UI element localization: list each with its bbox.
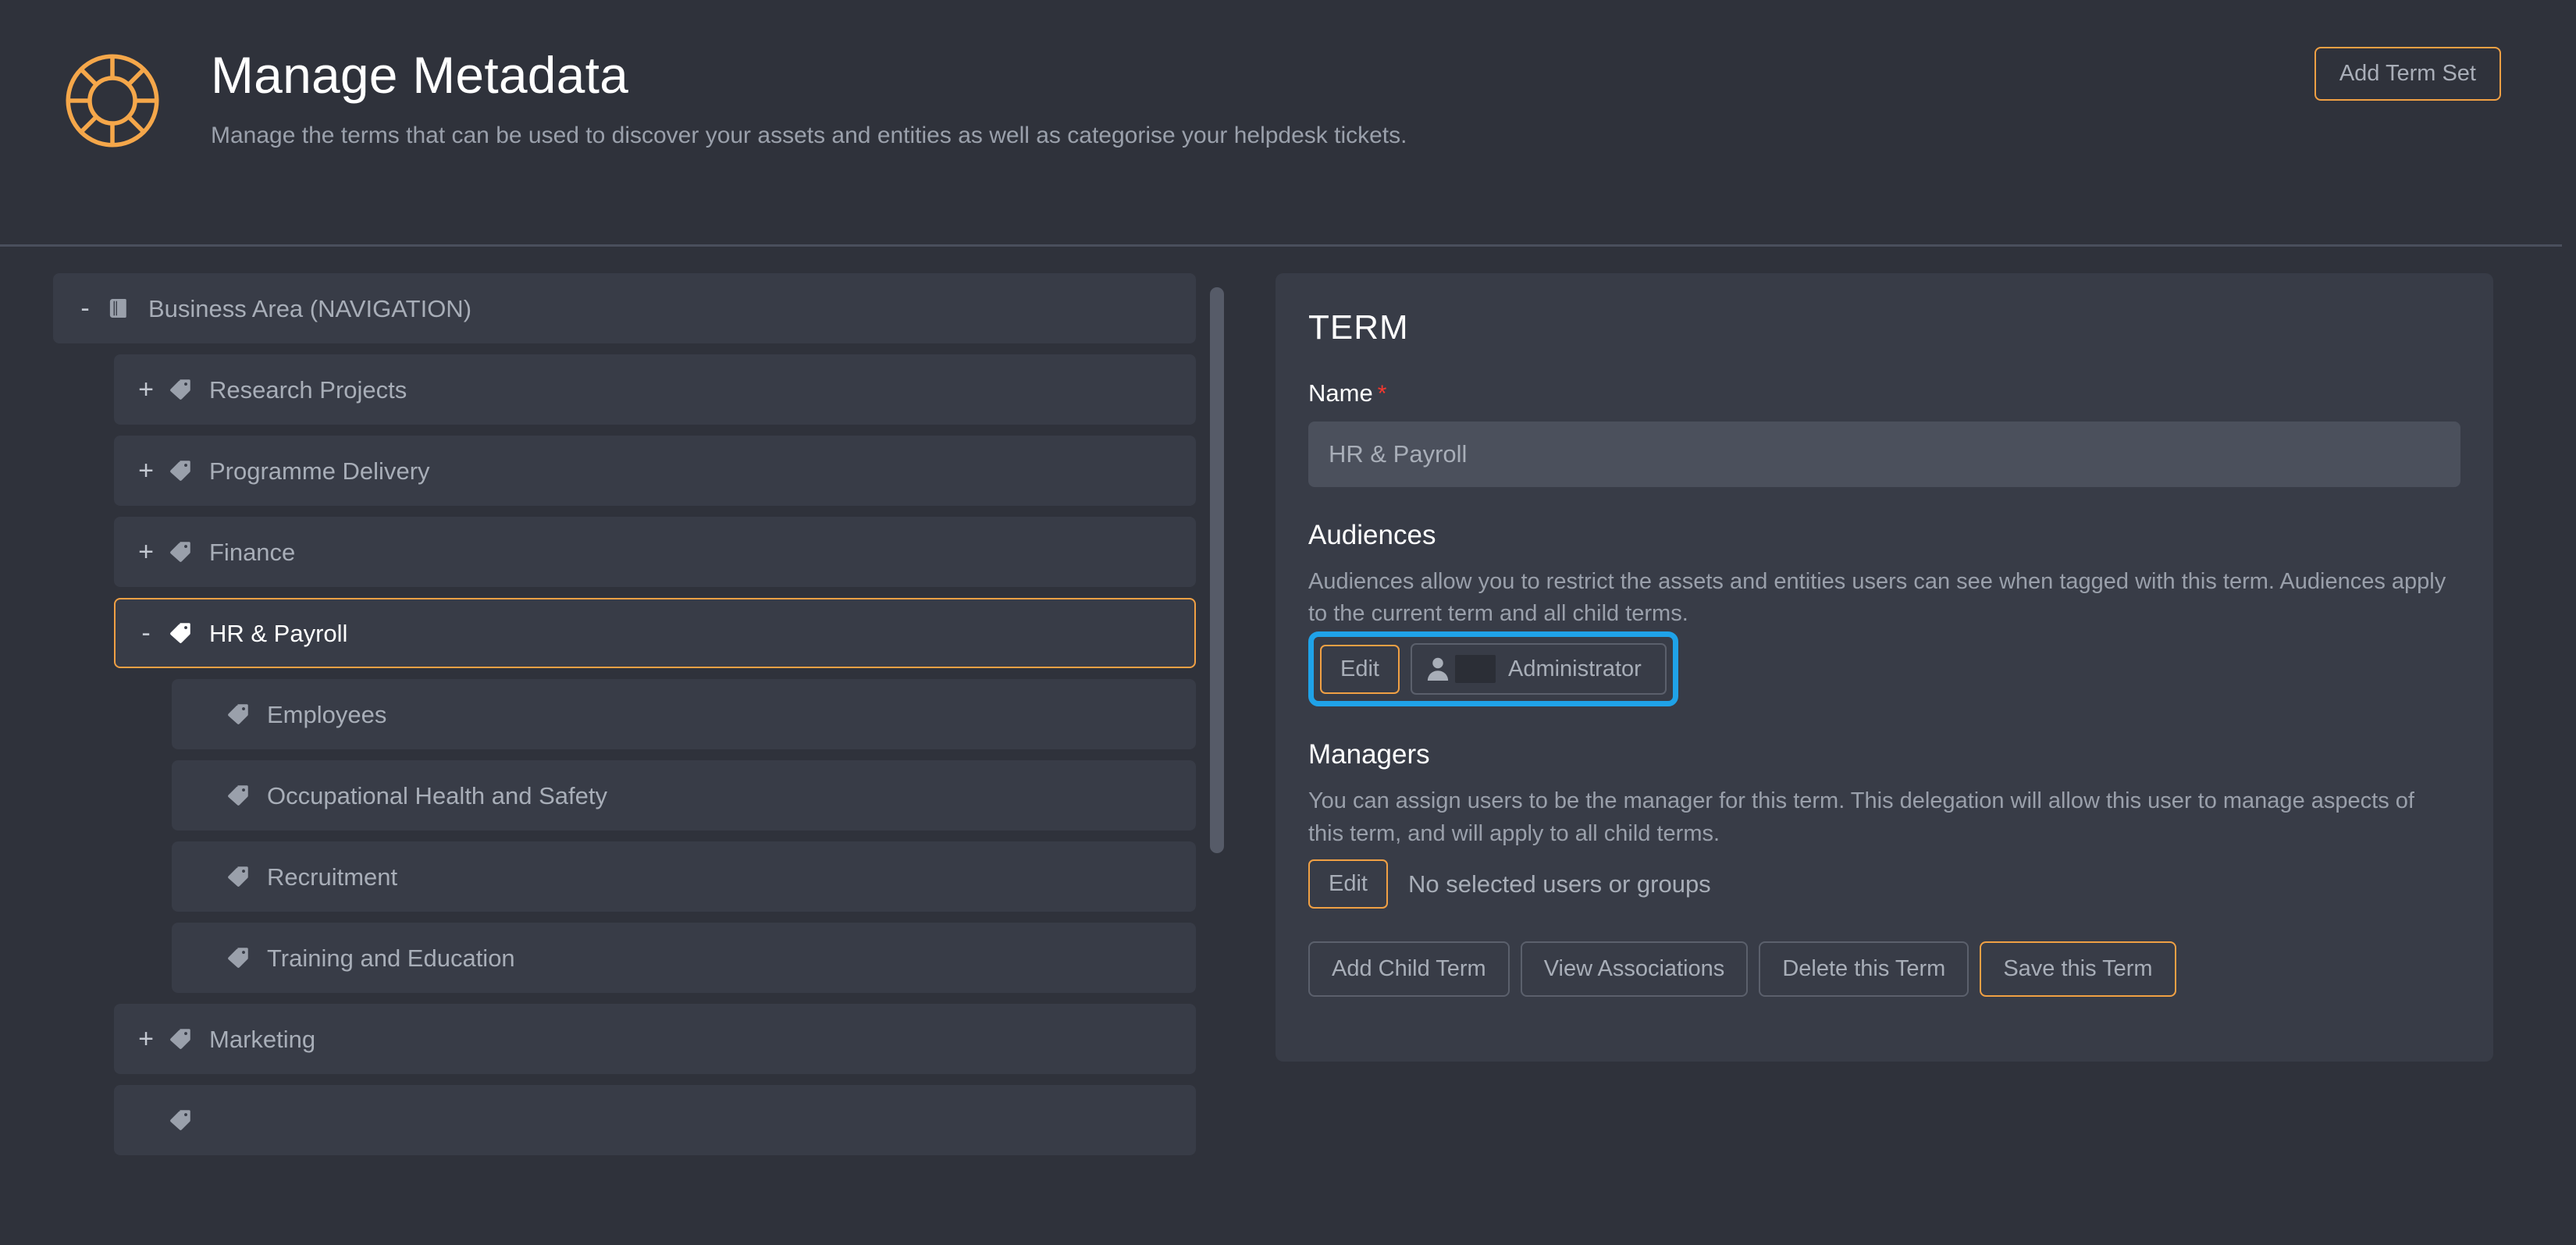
tree-row[interactable]: Occupational Health and Safety [172, 760, 1196, 831]
tree-row[interactable]: + Research Projects [114, 354, 1196, 425]
main-content: - Business Area (NAVIGATION) + Research Pro… [0, 234, 2576, 1245]
audiences-controls-row: Edit Administrator [1308, 631, 2460, 707]
tree-row-label: Marketing [209, 1025, 316, 1053]
audiences-edit-button[interactable]: Edit [1320, 644, 1400, 694]
page-subtitle: Manage the terms that can be used to dis… [211, 123, 1407, 149]
managers-empty-text: No selected users or groups [1407, 870, 1711, 898]
view-associations-button[interactable]: View Associations [1520, 941, 1749, 997]
add-child-term-button[interactable]: Add Child Term [1308, 941, 1510, 997]
book-icon [108, 297, 131, 320]
term-details-panel: TERM Name* Audiences Audiences allow you… [1276, 273, 2493, 1062]
tree-row[interactable]: + Finance [114, 517, 1196, 587]
term-tree-list: - Business Area (NAVIGATION) + Research Pro… [53, 273, 1224, 1155]
page-header: Manage Metadata Manage the terms that ca… [0, 0, 2576, 247]
term-panel-heading: TERM [1308, 308, 1409, 347]
tree-scrollbar-thumb[interactable] [1210, 287, 1224, 853]
tag-icon [226, 703, 250, 726]
add-term-set-button[interactable]: Add Term Set [2314, 47, 2501, 101]
expand-toggle-icon[interactable]: + [136, 1026, 156, 1052]
save-this-term-button[interactable]: Save this Term [1980, 941, 2176, 997]
tree-row-label: Training and Education [267, 944, 515, 972]
expand-toggle-icon[interactable]: + [136, 457, 156, 484]
page-title: Manage Metadata [211, 46, 629, 104]
name-label-text: Name [1308, 379, 1373, 407]
managers-edit-button[interactable]: Edit [1308, 859, 1388, 909]
tree-row[interactable] [114, 1085, 1196, 1155]
name-field-label: Name * [1308, 381, 2460, 406]
tag-icon [169, 1108, 192, 1132]
term-tree-panel: - Business Area (NAVIGATION) + Research Pro… [53, 273, 1224, 1245]
collapse-toggle-icon[interactable]: - [75, 295, 95, 322]
tree-row-label: Research Projects [209, 375, 407, 404]
collapse-toggle-icon[interactable]: - [136, 620, 156, 646]
tree-scrollbar[interactable] [1210, 281, 1224, 1202]
audiences-title: Audiences [1308, 520, 1436, 550]
term-name-input[interactable] [1308, 422, 2460, 487]
tree-row[interactable]: - Business Area (NAVIGATION) [53, 273, 1196, 343]
tree-row[interactable]: Employees [172, 679, 1196, 749]
tree-row-label: Business Area (NAVIGATION) [148, 294, 472, 322]
tree-row-label: Recruitment [267, 863, 398, 891]
expand-toggle-icon[interactable]: + [136, 539, 156, 565]
tree-row-label: HR & Payroll [209, 619, 348, 647]
audience-user-chip[interactable]: Administrator [1410, 643, 1667, 695]
lifebuoy-icon [61, 49, 164, 152]
managers-description: You can assign users to be the manager f… [1308, 788, 2414, 846]
tag-icon [226, 865, 250, 888]
tag-icon [169, 540, 192, 564]
tag-icon [226, 784, 250, 807]
expand-toggle-icon[interactable]: + [136, 376, 156, 403]
audiences-focus-highlight: Edit Administrator [1308, 631, 1678, 707]
tag-icon [226, 946, 250, 969]
tag-icon [169, 1027, 192, 1051]
audience-user-name: Administrator [1507, 656, 1642, 681]
user-icon [1426, 656, 1450, 682]
tag-icon [169, 621, 192, 645]
managers-controls-row: Edit No selected users or groups [1308, 859, 2460, 909]
audiences-description: Audiences allow you to restrict the asse… [1308, 569, 2446, 627]
tree-row-label: Employees [267, 700, 387, 728]
term-action-buttons: Add Child Term View Associations Delete th… [1308, 941, 2460, 997]
tag-icon [169, 378, 192, 401]
redacted-block [1454, 655, 1496, 684]
delete-this-term-button[interactable]: Delete this Term [1759, 941, 1969, 997]
tree-row-label: Occupational Health and Safety [267, 781, 607, 809]
tree-row[interactable]: - HR & Payroll [114, 598, 1196, 668]
tree-row[interactable]: Recruitment [172, 841, 1196, 912]
tree-row[interactable]: Training and Education [172, 923, 1196, 993]
managers-title: Managers [1308, 739, 1430, 770]
tag-icon [169, 459, 192, 482]
tree-row-label: Programme Delivery [209, 457, 430, 485]
tree-row[interactable]: + Marketing [114, 1004, 1196, 1074]
required-marker: * [1377, 381, 1387, 407]
tree-row-label: Finance [209, 538, 296, 566]
tree-row[interactable]: + Programme Delivery [114, 436, 1196, 506]
